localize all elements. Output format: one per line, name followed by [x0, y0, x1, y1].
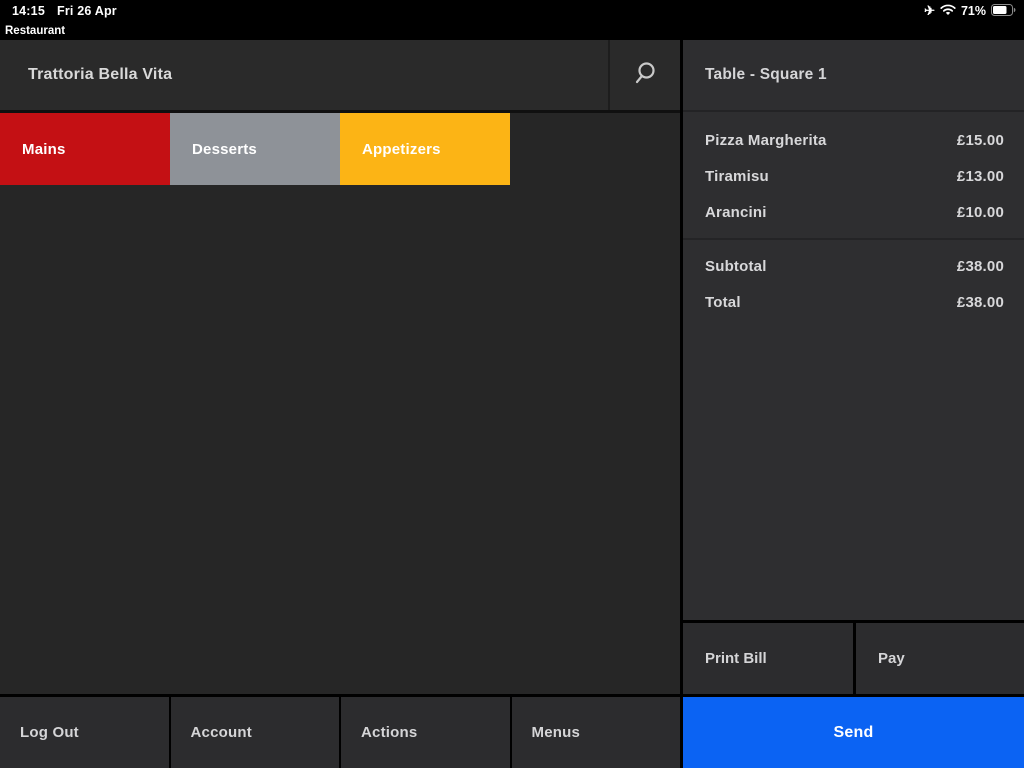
tab-mains[interactable]: Mains — [0, 113, 170, 185]
order-actions: Print Bill Pay — [683, 620, 1024, 694]
order-panel: Table - Square 1 Pizza Margherita £15.00… — [683, 40, 1024, 768]
tab-desserts[interactable]: Desserts — [170, 113, 340, 185]
order-item-row[interactable]: Tiramisu £13.00 — [683, 158, 1024, 194]
actions-button[interactable]: Actions — [341, 697, 510, 768]
venue-title-wrap: Trattoria Bella Vita — [0, 40, 608, 110]
menu-panel: Trattoria Bella Vita Mains Desserts Appe… — [0, 40, 680, 768]
status-date: Fri 26 Apr — [56, 4, 117, 18]
status-time-date: 14:15 Fri 26 Apr — [12, 4, 117, 18]
order-item-price: £13.00 — [956, 167, 1004, 185]
menus-button[interactable]: Menus — [511, 697, 680, 768]
subtotal-label: Subtotal — [705, 257, 767, 275]
order-item-name: Arancini — [705, 203, 767, 221]
menu-header: Trattoria Bella Vita — [0, 40, 680, 113]
order-panel-spacer — [683, 320, 1024, 620]
subtotal-row: Subtotal £38.00 — [683, 248, 1024, 284]
pay-button[interactable]: Pay — [856, 623, 1024, 694]
app-label: Restaurant — [5, 25, 66, 37]
order-item-row[interactable]: Pizza Margherita £15.00 — [683, 122, 1024, 158]
search-icon — [631, 60, 659, 91]
venue-title: Trattoria Bella Vita — [28, 66, 173, 83]
order-item-name: Pizza Margherita — [705, 131, 827, 149]
category-tabs: Mains Desserts Appetizers — [0, 113, 680, 185]
airplane-mode-icon: ✈ — [924, 2, 935, 18]
order-item-price: £15.00 — [956, 131, 1004, 149]
app-label-row: Restaurant — [0, 22, 1024, 40]
table-title: Table - Square 1 — [705, 66, 827, 83]
battery-percent: 71% — [960, 4, 986, 18]
order-items-list: Pizza Margherita £15.00 Tiramisu £13.00 … — [683, 112, 1024, 230]
print-bill-button[interactable]: Print Bill — [683, 623, 853, 694]
status-bar: 14:15 Fri 26 Apr ✈ 71% — [0, 0, 1024, 22]
pos-screen: 14:15 Fri 26 Apr ✈ 71% Restaurant Tratto… — [0, 0, 1024, 768]
order-item-name: Tiramisu — [705, 167, 769, 185]
wifi-icon — [940, 4, 956, 19]
send-button[interactable]: Send — [683, 694, 1024, 768]
bottom-nav: Log Out Account Actions Menus — [0, 694, 680, 768]
total-row: Total £38.00 — [683, 284, 1024, 320]
tab-appetizers[interactable]: Appetizers — [340, 113, 510, 185]
main-area: Trattoria Bella Vita Mains Desserts Appe… — [0, 40, 1024, 768]
menu-items-area[interactable] — [0, 185, 680, 694]
status-time: 14:15 — [12, 4, 45, 18]
logout-button[interactable]: Log Out — [0, 697, 169, 768]
total-label: Total — [705, 293, 741, 311]
order-header: Table - Square 1 — [683, 40, 1024, 112]
search-button[interactable] — [608, 40, 680, 110]
order-item-price: £10.00 — [956, 203, 1004, 221]
order-item-row[interactable]: Arancini £10.00 — [683, 194, 1024, 230]
battery-icon — [991, 3, 1016, 19]
order-summary: Subtotal £38.00 Total £38.00 — [683, 238, 1024, 320]
total-value: £38.00 — [956, 293, 1004, 311]
account-button[interactable]: Account — [170, 697, 339, 768]
subtotal-value: £38.00 — [956, 257, 1004, 275]
status-icons: ✈ 71% — [924, 2, 1016, 19]
